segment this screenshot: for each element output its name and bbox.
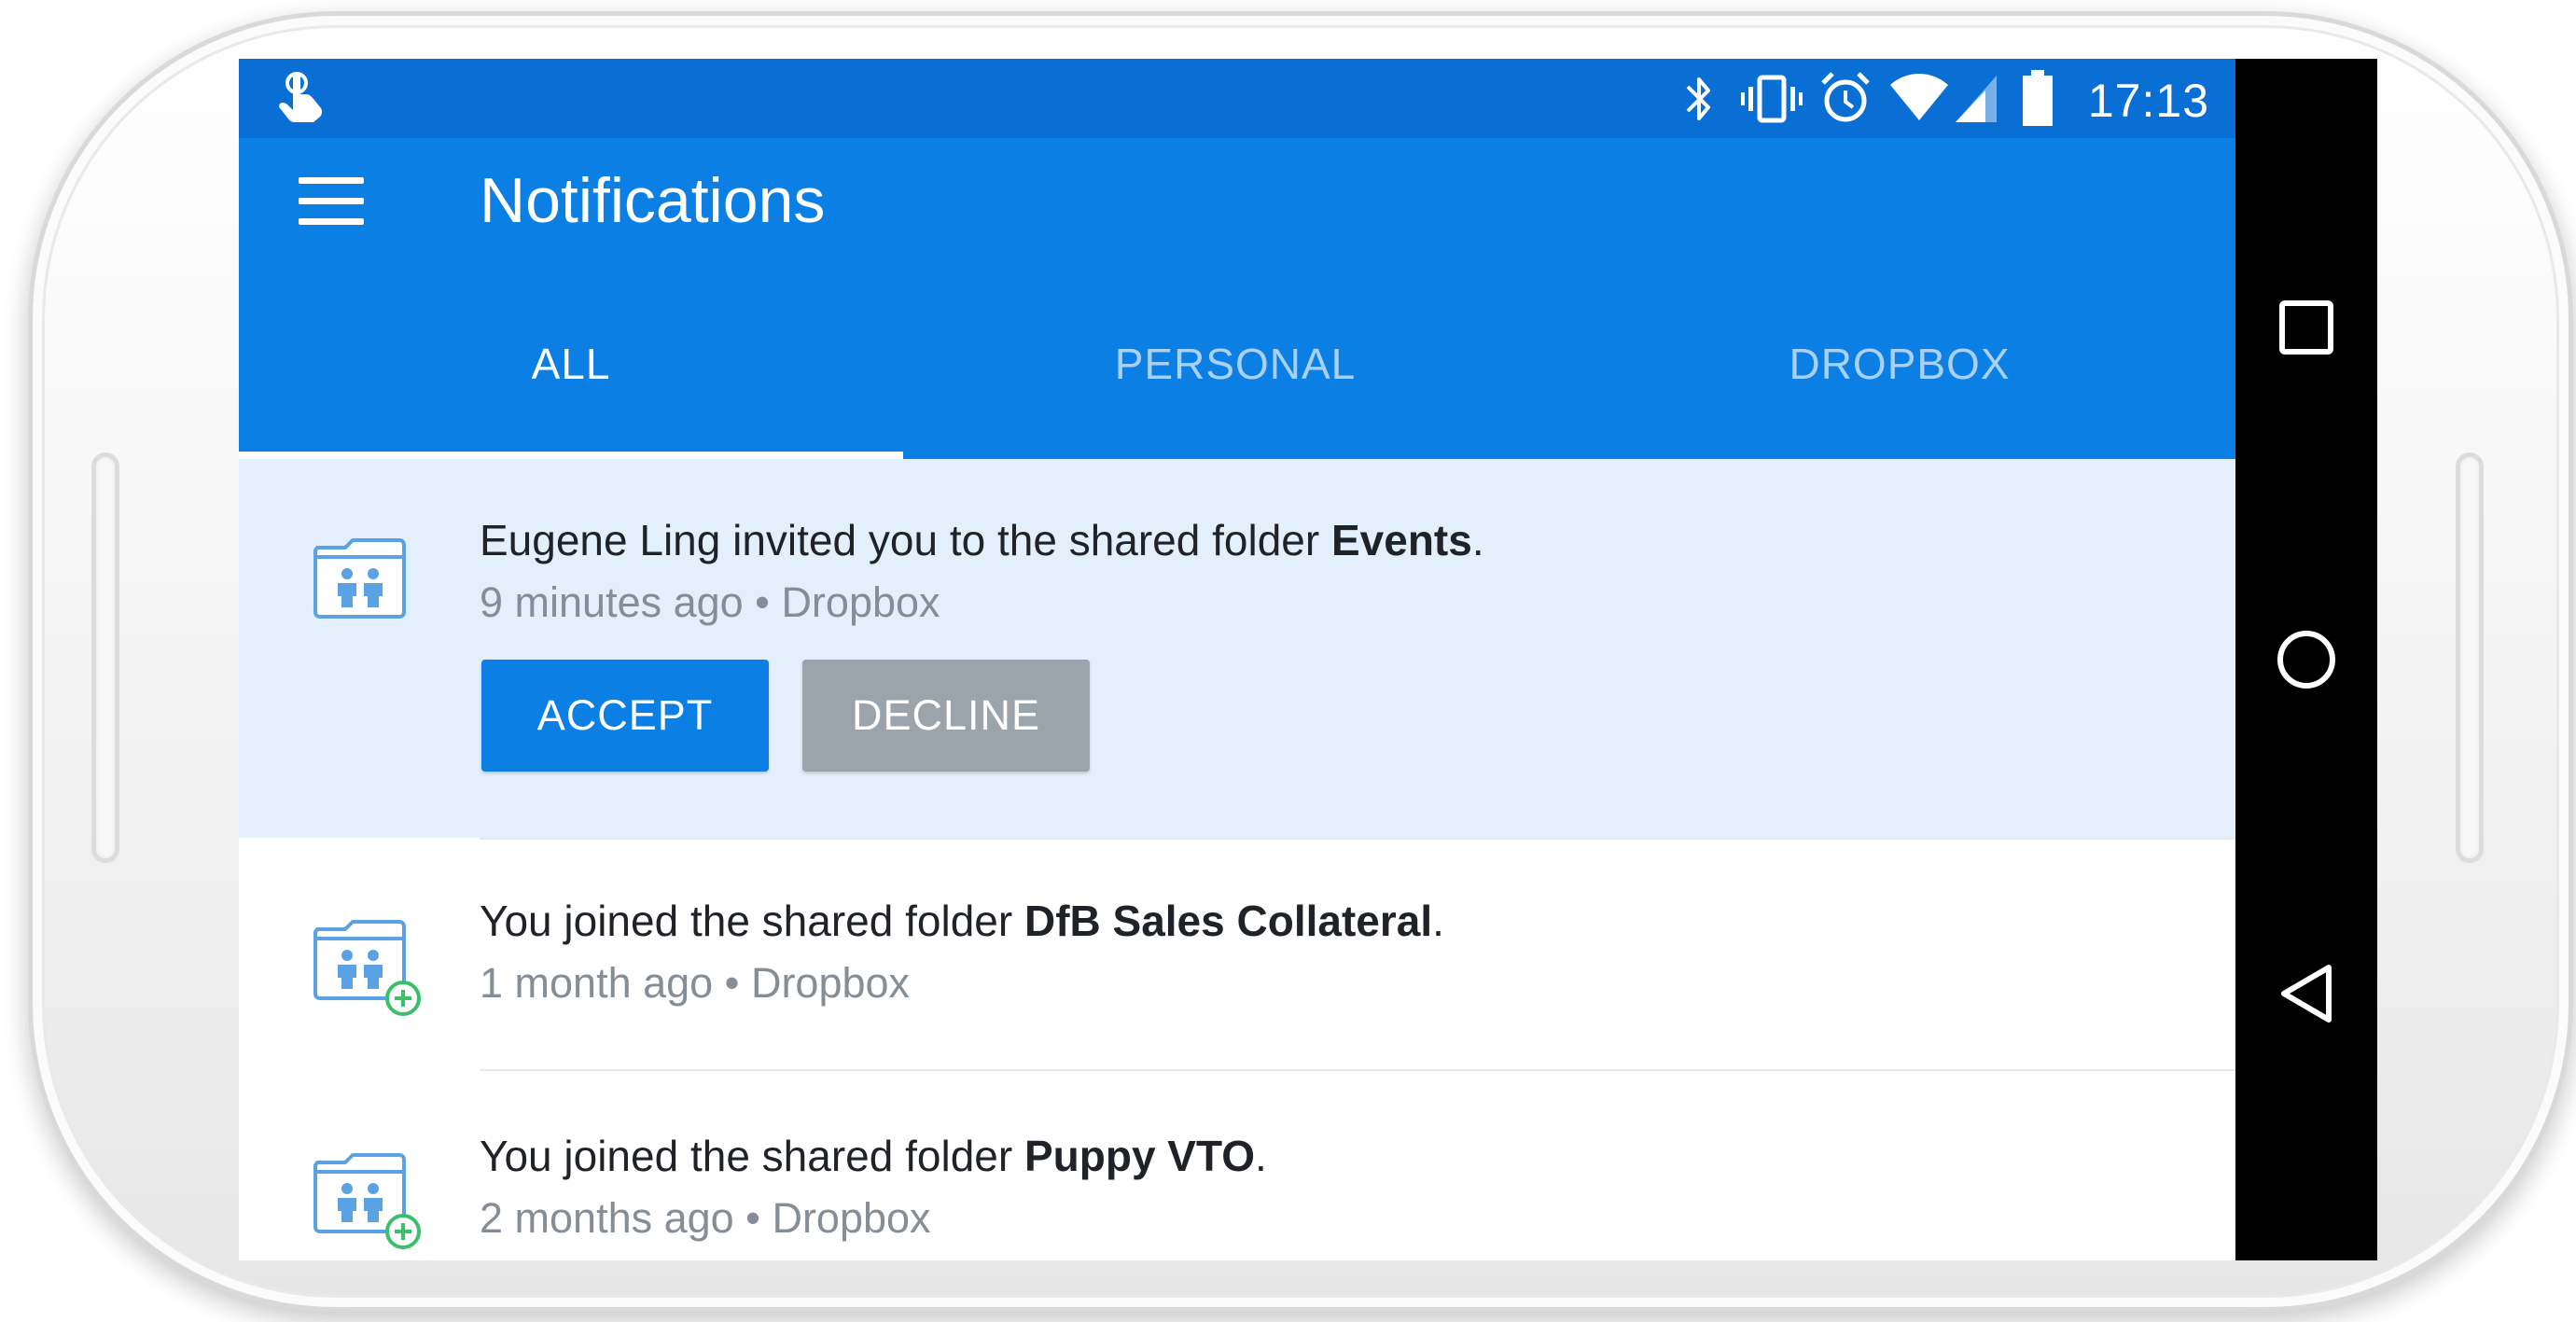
folder-name: Puppy VTO bbox=[1023, 1132, 1256, 1180]
battery-icon bbox=[2023, 70, 2053, 126]
notification-text: You joined the shared folder Puppy VTO. bbox=[480, 1132, 1267, 1180]
shared-folder-joined-icon bbox=[313, 1153, 421, 1249]
notification-item-invite[interactable]: Eugene Ling invited you to the shared fo… bbox=[239, 459, 2235, 838]
status-bar: 17:13 bbox=[239, 59, 2235, 138]
notification-meta: 9 minutes ago • Dropbox bbox=[480, 578, 940, 626]
alarm-icon bbox=[1821, 72, 1870, 122]
list-divider bbox=[480, 838, 2235, 840]
hamburger-menu-icon[interactable] bbox=[299, 177, 366, 230]
cell-signal-icon bbox=[1956, 76, 1997, 122]
bluetooth-icon bbox=[1686, 77, 1710, 120]
folder-name: Events bbox=[1330, 516, 1472, 564]
notification-text: You joined the shared folder DfB Sales C… bbox=[480, 897, 1444, 945]
tab-selected-indicator bbox=[239, 452, 903, 459]
notification-item-joined-puppy[interactable]: You joined the shared folder Puppy VTO. … bbox=[239, 1071, 2235, 1260]
phone-screen: 17:13 Notifications ALL PERSONAL DROPBOX… bbox=[239, 59, 2235, 1260]
status-time: 17:13 bbox=[2087, 75, 2209, 127]
wifi-icon bbox=[1890, 74, 1948, 120]
notification-item-joined-dfb[interactable]: You joined the shared folder DfB Sales C… bbox=[239, 838, 2235, 1071]
notification-text: Eugene Ling invited you to the shared fo… bbox=[480, 516, 1484, 564]
back-triangle-icon[interactable] bbox=[2273, 960, 2340, 1027]
phone-side-button-left bbox=[91, 452, 119, 863]
folder-name: DfB Sales Collateral bbox=[1023, 897, 1433, 945]
tab-personal[interactable]: PERSONAL bbox=[903, 339, 1567, 411]
notification-meta: 1 month ago • Dropbox bbox=[480, 959, 911, 1007]
hand-pointer-icon bbox=[279, 72, 323, 122]
recents-square-icon[interactable] bbox=[2273, 294, 2340, 361]
decline-button[interactable]: DECLINE bbox=[802, 660, 1090, 772]
home-circle-icon[interactable] bbox=[2273, 626, 2340, 693]
page-title: Notifications bbox=[480, 165, 826, 236]
navigation-bar bbox=[2235, 59, 2377, 1260]
accept-button[interactable]: ACCEPT bbox=[481, 660, 769, 772]
tab-all[interactable]: ALL bbox=[239, 339, 903, 411]
shared-folder-icon bbox=[313, 538, 406, 619]
shared-folder-joined-icon bbox=[313, 920, 421, 1016]
tab-dropbox[interactable]: DROPBOX bbox=[1567, 339, 2232, 411]
vibrate-icon bbox=[1741, 75, 1803, 123]
phone-side-button-right bbox=[2456, 452, 2484, 863]
notification-meta: 2 months ago • Dropbox bbox=[480, 1194, 931, 1242]
